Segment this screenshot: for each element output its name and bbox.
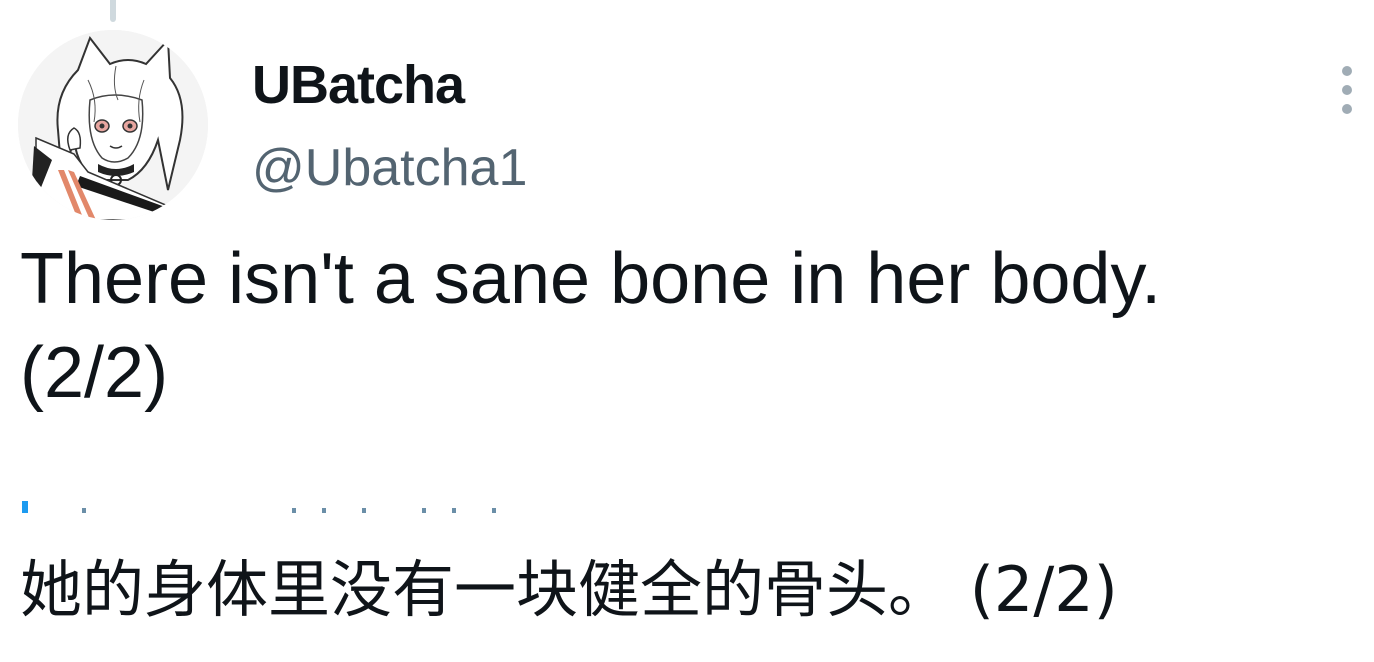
more-options-button[interactable]: [1326, 60, 1370, 120]
translate-icon: [22, 501, 28, 513]
author-display-name[interactable]: UBatcha: [252, 54, 465, 116]
avatar[interactable]: [18, 30, 208, 220]
tweet-text: There isn't a sane bone in her body. (2/…: [20, 239, 1162, 413]
author-handle[interactable]: @Ubatcha1: [252, 138, 527, 198]
anime-character-avatar-icon: [18, 30, 208, 220]
translation-divider: [22, 498, 542, 516]
thread-connector-line: [110, 0, 116, 22]
translated-tweet-text: 她的身体里没有一块健全的骨头。 (2/2): [20, 553, 1118, 626]
